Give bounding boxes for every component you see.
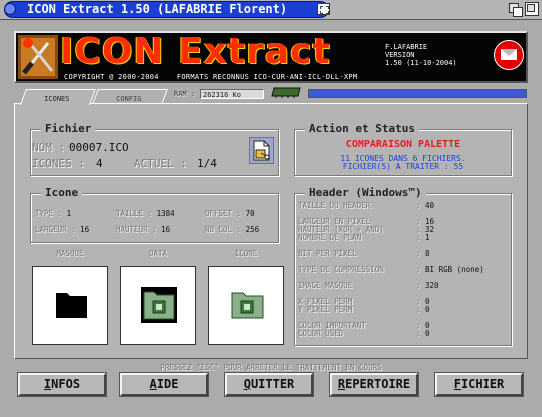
quitter-button[interactable]: QUITTER [224,372,314,397]
icone-nbcol: NB COL : 256 [205,225,260,234]
fichier-nom-label: NOM : [32,141,66,154]
repertoire-button[interactable]: REPERTOIRE [329,372,419,397]
banner-title: ICON Extract [60,31,331,72]
icone-largeur: LARGEUR : 16 [35,225,90,234]
action-title: Action et Status [305,122,419,136]
header-row: IMAGE MASQUE: 320 [298,281,439,290]
icone-type: TYPE : 1 [35,209,72,218]
file-scissors-icon[interactable] [249,137,274,164]
header-row: TYPE DE COMPRESSION: BI RGB (none) [298,265,484,274]
app-banner: ICON Extract COPYRIGHT @ 2000-2004 FORMA… [14,31,528,83]
banner-author: F.LAFABRIE VERSION 1.50 (11-10-2004) [385,43,457,67]
header-row: COLOR USED: 0 [298,329,430,338]
close-window-icon[interactable] [4,3,16,15]
icone-preview-label: ICONE [234,249,258,258]
icone-preview [208,266,284,345]
progress-fill [309,90,526,97]
data-label: DATA [148,249,168,258]
icone-taille: TAILLE : 1384 [116,209,175,218]
zoom-window-icon[interactable] [525,2,539,16]
window-title[interactable]: ICON Extract 1.50 (LAFABRIE Florent) [4,1,329,18]
folder-data-icon [141,287,177,323]
header-row: TAILLE DU HEADER: 40 [298,201,435,210]
mail-icon[interactable] [494,40,524,70]
fichier-actuel-label: ACTUEL : [134,157,187,170]
memory-chip-icon [271,87,301,98]
fichier-icones-value: 4 [96,157,103,170]
fichier-button[interactable]: FICHIER [434,372,524,397]
ram-label: RAM : [174,90,196,98]
fichier-icones-label: ICONES : [32,157,85,170]
data-preview [120,266,196,345]
masque-preview [32,266,108,345]
header-row: Y PIXEL PERM: 0 [298,305,430,314]
action-info-line2: FICHIER(S) A TRAITER : 55 [342,162,464,171]
folder-icon [231,292,264,319]
aide-button[interactable]: AIDE [119,372,209,397]
progress-bar [308,89,527,98]
folder-mask-icon [56,293,87,318]
fichier-nom-value: 00007.ICO [69,141,129,154]
header-row: NOMBRE DE PLAN: 1 [298,233,430,242]
icone-hauteur: HAUTEUR : 16 [116,225,171,234]
tab-icones[interactable]: ICONES [20,89,96,105]
icone-title: Icone [41,186,83,200]
tools-icon [18,35,58,79]
banner-copyright: COPYRIGHT @ 2000-2004 FORMATS RECONNUS I… [64,73,358,81]
header-title: Header (Windows™) [305,186,426,200]
fichier-actuel-value: 1/4 [197,157,217,170]
iconify-icon[interactable] [317,3,330,15]
masque-label: MASQUE [56,249,84,258]
header-row: BIT PER PIXEL: 8 [298,249,430,258]
fichier-title: Fichier [41,122,96,136]
icone-offset: OFFSET : 70 [205,209,255,218]
ram-value: 262316 Ko [200,89,264,99]
status-message: PRESSEZ "ESC" POUR ARRETER LE TRAITEMENT… [160,363,382,372]
depth-window-icon[interactable] [508,2,523,17]
icone-group: Icone [30,186,279,243]
action-status-text: COMPARAISON PALETTE [345,139,461,150]
infos-button[interactable]: INFOS [17,372,107,397]
